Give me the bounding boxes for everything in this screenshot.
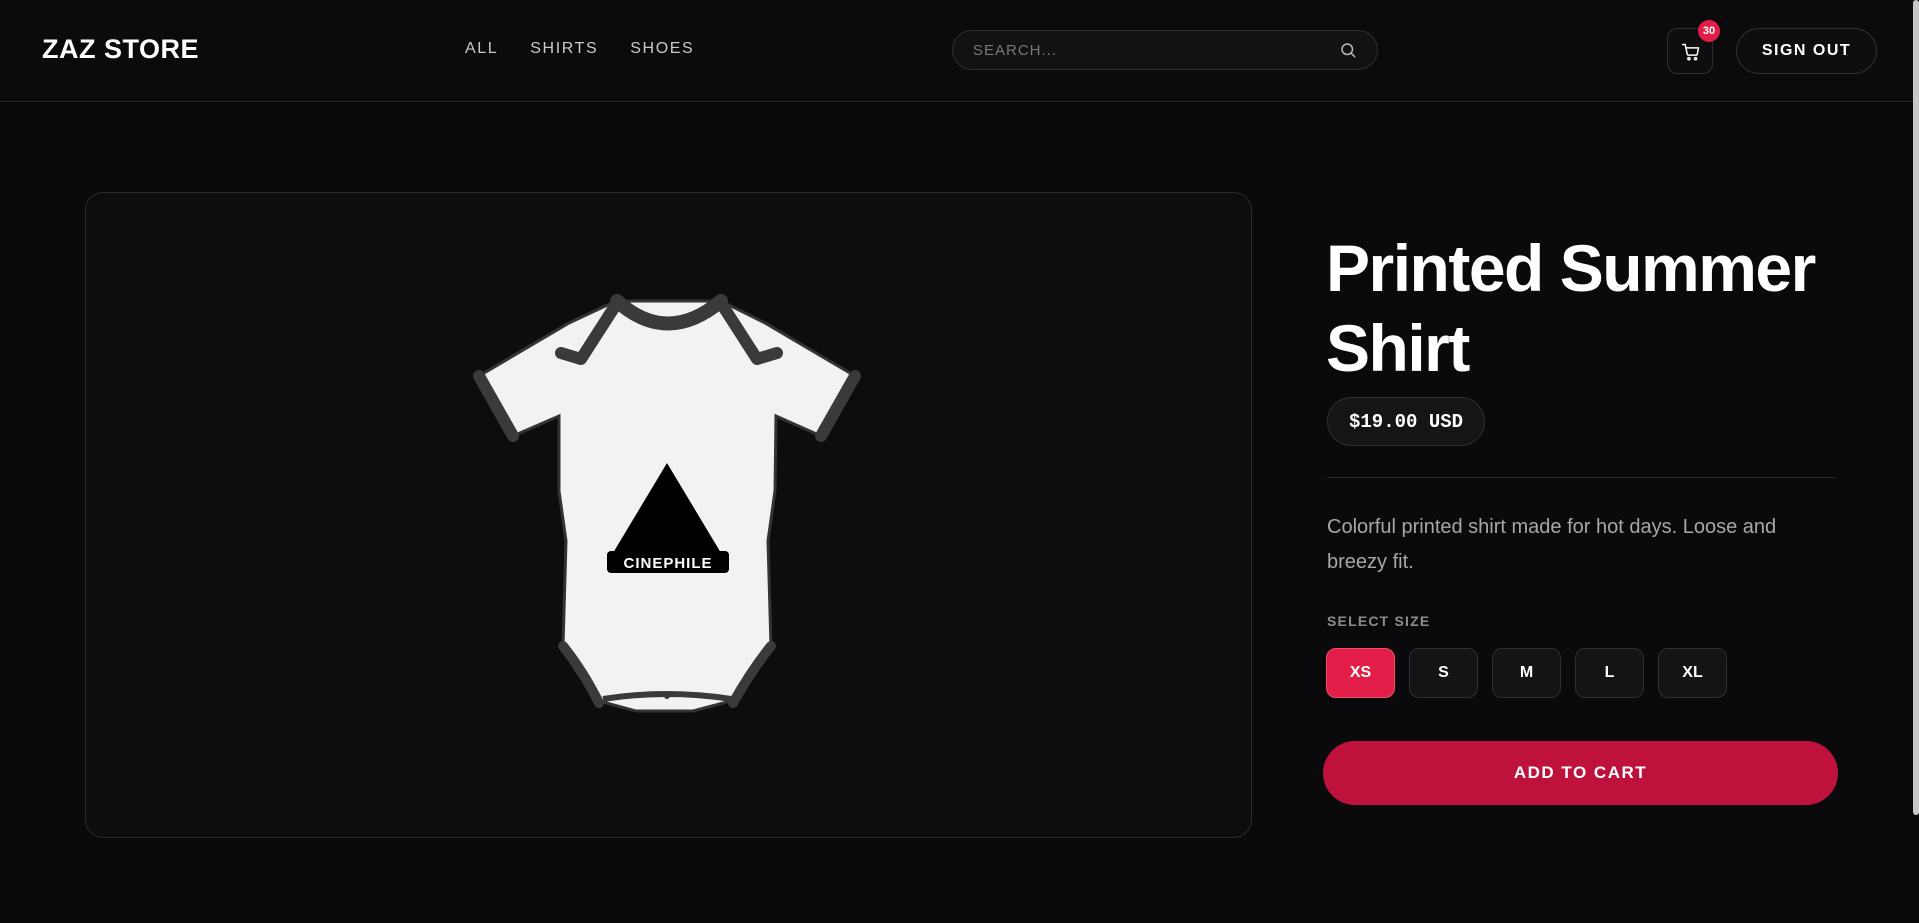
- sign-out-button[interactable]: SIGN OUT: [1736, 28, 1877, 74]
- main-nav: ALL SHIRTS SHOES: [465, 40, 694, 58]
- size-option-xs[interactable]: XS: [1326, 648, 1395, 698]
- product-description: Colorful printed shirt made for hot days…: [1327, 516, 1777, 573]
- size-option-s[interactable]: S: [1409, 648, 1478, 698]
- size-option-l[interactable]: L: [1575, 648, 1644, 698]
- price-tag: $19.00 USD: [1327, 397, 1486, 446]
- size-selector: XS S M L XL: [1326, 648, 1727, 698]
- product-title: Printed Summer Shirt: [1326, 231, 1816, 385]
- page-scrollbar[interactable]: [1913, 0, 1919, 815]
- nav-item-shirts[interactable]: SHIRTS: [530, 40, 598, 58]
- size-option-m[interactable]: M: [1492, 648, 1561, 698]
- site-header: ZAZ STORE ALL SHIRTS SHOES 30 SIGN OUT: [0, 0, 1919, 102]
- add-to-cart-button[interactable]: ADD TO CART: [1323, 741, 1838, 805]
- product-gallery: CINEPHILE: [85, 192, 1252, 838]
- nav-item-all[interactable]: ALL: [465, 40, 498, 58]
- nav-item-shoes[interactable]: SHOES: [630, 40, 694, 58]
- cart-count-badge: 30: [1698, 20, 1720, 42]
- size-option-xl[interactable]: XL: [1658, 648, 1727, 698]
- product-image: CINEPHILE: [473, 294, 861, 713]
- size-label: SELECT SIZE: [1327, 613, 1431, 629]
- search-bar: [952, 30, 1378, 70]
- cart-icon: [1681, 43, 1700, 61]
- shirt-print-text: CINEPHILE: [623, 555, 712, 572]
- store-logo[interactable]: ZAZ STORE: [42, 34, 199, 65]
- search-input[interactable]: [973, 31, 1313, 69]
- search-icon[interactable]: [1339, 41, 1357, 59]
- divider: [1327, 477, 1836, 478]
